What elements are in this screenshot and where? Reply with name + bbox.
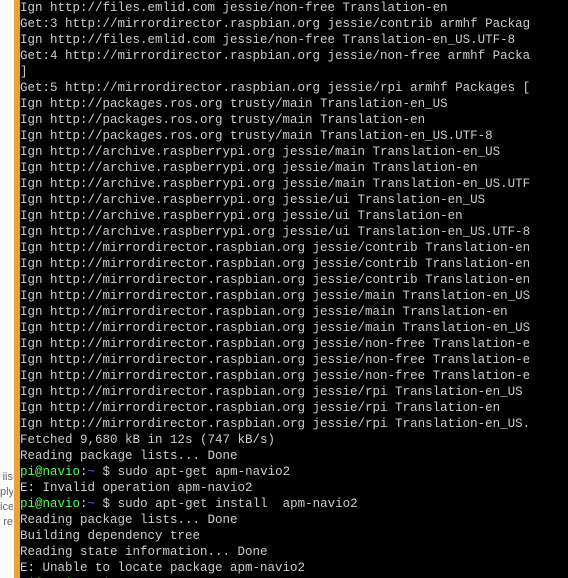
left-fragment: ice bbox=[0, 500, 13, 515]
prompt-command: sudo apt-get apm-navio2 bbox=[110, 465, 290, 479]
terminal-prompt-line: pi@navio:~ $ sudo apt-get install apm-na… bbox=[20, 496, 568, 512]
prompt-path: ~ bbox=[88, 465, 103, 479]
terminal-output-line: Ign http://files.emlid.com jessie/non-fr… bbox=[20, 0, 568, 16]
terminal-output-line: Reading package lists... Done bbox=[20, 448, 568, 464]
terminal-output-line: Ign http://mirrordirector.raspbian.org j… bbox=[20, 384, 568, 400]
terminal-output-line: Ign http://mirrordirector.raspbian.org j… bbox=[20, 240, 568, 256]
terminal-output-line: Ign http://mirrordirector.raspbian.org j… bbox=[20, 272, 568, 288]
left-fragment: ply bbox=[0, 485, 13, 500]
left-fragment: iis bbox=[0, 470, 13, 485]
prompt-symbol: $ bbox=[103, 497, 111, 511]
terminal-output-line: Ign http://archive.raspberrypi.org jessi… bbox=[20, 160, 568, 176]
prompt-sep: : bbox=[80, 465, 88, 479]
prompt-sep: : bbox=[80, 497, 88, 511]
terminal-output-line: Ign http://archive.raspberrypi.org jessi… bbox=[20, 176, 568, 192]
terminal-output-line: Building dependency tree bbox=[20, 528, 568, 544]
terminal-output-line: Ign http://mirrordirector.raspbian.org j… bbox=[20, 336, 568, 352]
prompt-path: ~ bbox=[88, 497, 103, 511]
terminal-output-line: E: Unable to locate package apm-navio2 bbox=[20, 560, 568, 576]
terminal-output-line: Get:4 http://mirrordirector.raspbian.org… bbox=[20, 48, 568, 64]
terminal-output-line: Ign http://mirrordirector.raspbian.org j… bbox=[20, 256, 568, 272]
terminal-output-line: Fetched 9,680 kB in 12s (747 kB/s) bbox=[20, 432, 568, 448]
terminal-output-line: Get:5 http://mirrordirector.raspbian.org… bbox=[20, 80, 568, 96]
terminal-output-line: ] bbox=[20, 64, 568, 80]
terminal-output-line: Ign http://packages.ros.org trusty/main … bbox=[20, 112, 568, 128]
page-left-fragments: iis ply ice re bbox=[0, 470, 14, 530]
terminal-output-line: Ign http://mirrordirector.raspbian.org j… bbox=[20, 416, 568, 432]
terminal-output-line: Ign http://archive.raspberrypi.org jessi… bbox=[20, 224, 568, 240]
terminal-output-line: Ign http://mirrordirector.raspbian.org j… bbox=[20, 400, 568, 416]
prompt-user: pi@navio bbox=[20, 465, 80, 479]
terminal-output-line: Ign http://files.emlid.com jessie/non-fr… bbox=[20, 32, 568, 48]
terminal-output-line: E: Invalid operation apm-navio2 bbox=[20, 480, 568, 496]
terminal-output-line: Ign http://archive.raspberrypi.org jessi… bbox=[20, 208, 568, 224]
terminal-output-line: Ign http://mirrordirector.raspbian.org j… bbox=[20, 320, 568, 336]
terminal-output-line: Ign http://mirrordirector.raspbian.org j… bbox=[20, 288, 568, 304]
terminal-output-line: Reading package lists... Done bbox=[20, 512, 568, 528]
prompt-user: pi@navio bbox=[20, 497, 80, 511]
terminal-prompt-line: pi@navio:~ $ sudo apt-get apm-navio2 bbox=[20, 464, 568, 480]
prompt-symbol: $ bbox=[103, 465, 111, 479]
terminal-output-line: Ign http://packages.ros.org trusty/main … bbox=[20, 128, 568, 144]
terminal-output-line: Ign http://packages.ros.org trusty/main … bbox=[20, 96, 568, 112]
terminal-output-line: Ign http://archive.raspberrypi.org jessi… bbox=[20, 144, 568, 160]
terminal-output-line: Reading state information... Done bbox=[20, 544, 568, 560]
prompt-command: sudo apt-get install apm-navio2 bbox=[110, 497, 358, 511]
left-fragment: re bbox=[0, 515, 13, 530]
terminal-output-line: Ign http://mirrordirector.raspbian.org j… bbox=[20, 352, 568, 368]
terminal-output-line: Ign http://mirrordirector.raspbian.org j… bbox=[20, 368, 568, 384]
terminal-output-line: Ign http://archive.raspberrypi.org jessi… bbox=[20, 192, 568, 208]
terminal-output[interactable]: Ign http://files.emlid.com jessie/non-fr… bbox=[20, 0, 568, 578]
terminal-output-line: Ign http://mirrordirector.raspbian.org j… bbox=[20, 304, 568, 320]
terminal-output-line: Get:3 http://mirrordirector.raspbian.org… bbox=[20, 16, 568, 32]
